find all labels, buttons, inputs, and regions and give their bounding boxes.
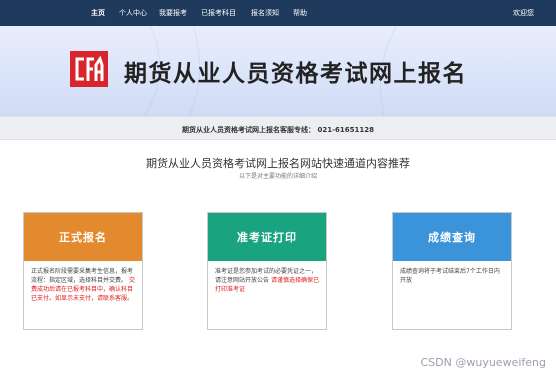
hotline-text: 期货从业人员资格考试网上报名客服专线： 021-61651128	[182, 126, 374, 134]
card-description: 准考证是您参加考试的必要凭证之一，请注意网站开放公告 请谨慎选择确保已打印准考证	[208, 261, 326, 294]
top-nav-bar: 主页 个人中心 我要报考 已报考科目 报名须知 帮助 欢迎您	[0, 0, 556, 26]
section-title: 期货从业人员资格考试网上报名网站快速通道内容推荐	[146, 157, 410, 170]
nav-item-registration-notice[interactable]: 报名须知	[251, 0, 279, 26]
hotline-bar: 期货从业人员资格考试网上报名客服专线： 021-61651128	[0, 116, 556, 140]
nav-item-help[interactable]: 帮助	[293, 0, 307, 26]
section-subtitle: 以下是对主要功能的详细介绍	[238, 173, 317, 180]
nav-item-home[interactable]: 主页	[91, 0, 105, 26]
card-admission-ticket-print[interactable]: 准考证打印 准考证是您参加考试的必要凭证之一，请注意网站开放公告 请谨慎选择确保…	[207, 212, 327, 330]
card-score-inquiry[interactable]: 成绩查询 成绩查询将于考试结束后7个工作日内开放	[392, 212, 512, 330]
card-text: 正式报名阶段需要采集考生信息，报考流程：指定区域，选择科目并交费。	[31, 268, 134, 284]
cfa-logo-icon	[70, 51, 108, 87]
card-header[interactable]: 正式报名	[24, 213, 142, 261]
card-description: 成绩查询将于考试结束后7个工作日内开放	[393, 261, 511, 285]
watermark: CSDN @wuyueweifeng	[420, 356, 547, 369]
card-description: 正式报名阶段需要采集考生信息，报考流程：指定区域，选择科目并交费。 交费成功后请…	[24, 261, 142, 303]
nav-item-apply-exam[interactable]: 我要报考	[159, 0, 187, 26]
welcome-text: 欢迎您	[513, 9, 534, 17]
card-header[interactable]: 准考证打印	[208, 213, 326, 261]
header-banner: 期货从业人员资格考试网上报名	[0, 26, 556, 116]
site-title: 期货从业人员资格考试网上报名	[124, 61, 467, 87]
card-text: 成绩查询将于考试结束后7个工作日内开放	[400, 268, 500, 284]
nav-item-registered-subjects[interactable]: 已报考科目	[201, 0, 236, 26]
nav-item-personal-center[interactable]: 个人中心	[119, 0, 147, 26]
card-header[interactable]: 成绩查询	[393, 213, 511, 261]
card-formal-registration[interactable]: 正式报名 正式报名阶段需要采集考生信息，报考流程：指定区域，选择科目并交费。 交…	[23, 212, 143, 330]
